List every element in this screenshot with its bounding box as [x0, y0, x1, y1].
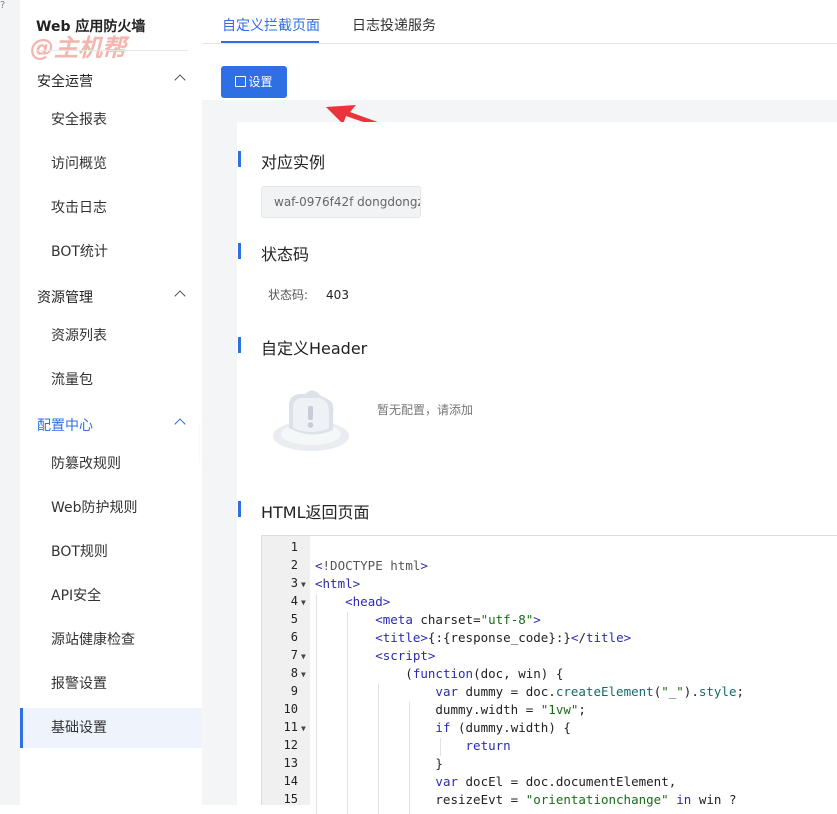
code-line: <head> [345, 594, 391, 609]
chevron-up-icon[interactable] [174, 290, 186, 302]
edit-icon [235, 76, 247, 87]
sidebar-item-anti-tamper[interactable]: 防篡改规则 [20, 444, 202, 484]
section-title-html-page: HTML返回页面 [238, 499, 370, 523]
code-line: <meta charset="utf-8"> [375, 612, 541, 627]
sidebar-item-origin-health[interactable]: 源站健康检查 [20, 620, 202, 660]
fold-toggle-icon[interactable]: ▼ [301, 724, 306, 733]
sidebar-item-traffic-pack[interactable]: 流量包 [20, 360, 202, 400]
line-number: 12 [283, 738, 298, 752]
code-line: dummy.width = "1vw"; [315, 702, 586, 717]
fold-toggle-icon[interactable]: ▼ [301, 598, 306, 607]
line-number: 5 [290, 612, 298, 626]
sidebar-item-web-protection[interactable]: Web防护规则 [20, 488, 202, 528]
instance-field: waf-0976f42f dongdongzu.c [261, 186, 421, 218]
code-line: var dummy = doc.createElement("_").style… [435, 684, 745, 699]
fold-toggle-icon[interactable]: ▼ [301, 652, 306, 661]
tab-log-delivery[interactable]: 日志投递服务 [352, 15, 436, 35]
settings-panel: 对应实例 waf-0976f42f dongdongzu.c 状态码 状态码: 4… [237, 122, 837, 814]
chevron-up-icon[interactable] [174, 74, 186, 86]
line-number: 2 [290, 558, 298, 572]
fold-toggle-icon[interactable]: ▼ [301, 670, 306, 679]
left-strip: ? [0, 0, 20, 805]
line-number: 8 [290, 666, 298, 680]
sidebar-item-bot-rules[interactable]: BOT规则 [20, 532, 202, 572]
sidebar-item-resource-list[interactable]: 资源列表 [20, 316, 202, 356]
empty-box-icon [273, 390, 349, 451]
line-number: 15 [283, 792, 298, 806]
code-line: (function(doc, win) { [315, 666, 564, 681]
line-number: 7 [290, 648, 298, 662]
tab-custom-block-page[interactable]: 自定义拦截页面 [222, 15, 320, 35]
line-number: 1 [290, 540, 298, 554]
status-code-label: 状态码: [268, 288, 309, 302]
empty-state-text: 暂无配置，请添加 [377, 403, 474, 417]
line-number: 11 [283, 720, 298, 734]
group-config-center[interactable]: 配置中心 [37, 415, 93, 435]
code-line: <html> [315, 576, 361, 591]
line-number: 6 [290, 630, 298, 644]
sidebar-item-security-report[interactable]: 安全报表 [20, 100, 202, 140]
code-line: <!DOCTYPE html> [315, 558, 428, 573]
group-security-ops[interactable]: 安全运营 [37, 71, 93, 91]
sidebar-item-attack-log[interactable]: 攻击日志 [20, 188, 202, 228]
code-line: var docEl = doc.documentElement, [435, 774, 677, 789]
divider [202, 43, 837, 44]
sidebar-item-alert-settings[interactable]: 报警设置 [20, 664, 202, 704]
sidebar-item-bot-stats[interactable]: BOT统计 [20, 232, 202, 272]
line-number: 4 [290, 594, 298, 608]
sidebar-item-api-security[interactable]: API安全 [20, 576, 202, 616]
settings-button[interactable]: 设置 [221, 66, 287, 98]
section-title-custom-header: 自定义Header [237, 335, 367, 359]
section-title-status-code: 状态码 [237, 241, 309, 265]
watermark: @主机帮 [30, 34, 126, 62]
fold-toggle-icon[interactable]: ▼ [301, 580, 306, 589]
chevron-up-icon[interactable] [174, 418, 186, 430]
section-title-instance: 对应实例 [237, 149, 325, 173]
code-line: return [465, 738, 511, 753]
line-number: 14 [283, 774, 298, 788]
sidebar-item-access-overview[interactable]: 访问概览 [20, 144, 202, 184]
line-number: 3 [290, 576, 298, 590]
code-line: if (dummy.width) { [435, 720, 571, 735]
sidebar: Web 应用防火墙 @主机帮 安全运营 安全报表 访问概览 攻击日志 BOT统计… [20, 0, 202, 805]
divider [36, 50, 188, 51]
line-number: 13 [283, 756, 298, 770]
sidebar-item-basic-settings[interactable]: 基础设置 [20, 708, 202, 748]
tab-bar: 自定义拦截页面 日志投递服务 设置 [202, 0, 837, 100]
line-number: 10 [283, 702, 298, 716]
line-number: 9 [290, 684, 298, 698]
code-editor[interactable]: 1 2 3 4 5 6 7 8 9 10 11 12 13 14 15 ▼ ▼ … [261, 535, 837, 814]
group-resource-mgmt[interactable]: 资源管理 [37, 287, 93, 307]
status-code-row: 状态码: 403 [268, 286, 349, 303]
code-line: <title>{:{response_code}:}</title> [375, 630, 632, 645]
code-line: <script> [375, 648, 436, 663]
code-line: } [315, 756, 443, 771]
help-icon[interactable]: ? [0, 0, 5, 11]
main-content: 自定义拦截页面 日志投递服务 设置 对应实例 waf-0976f42f dong… [202, 0, 837, 814]
status-code-value: 403 [326, 288, 349, 302]
